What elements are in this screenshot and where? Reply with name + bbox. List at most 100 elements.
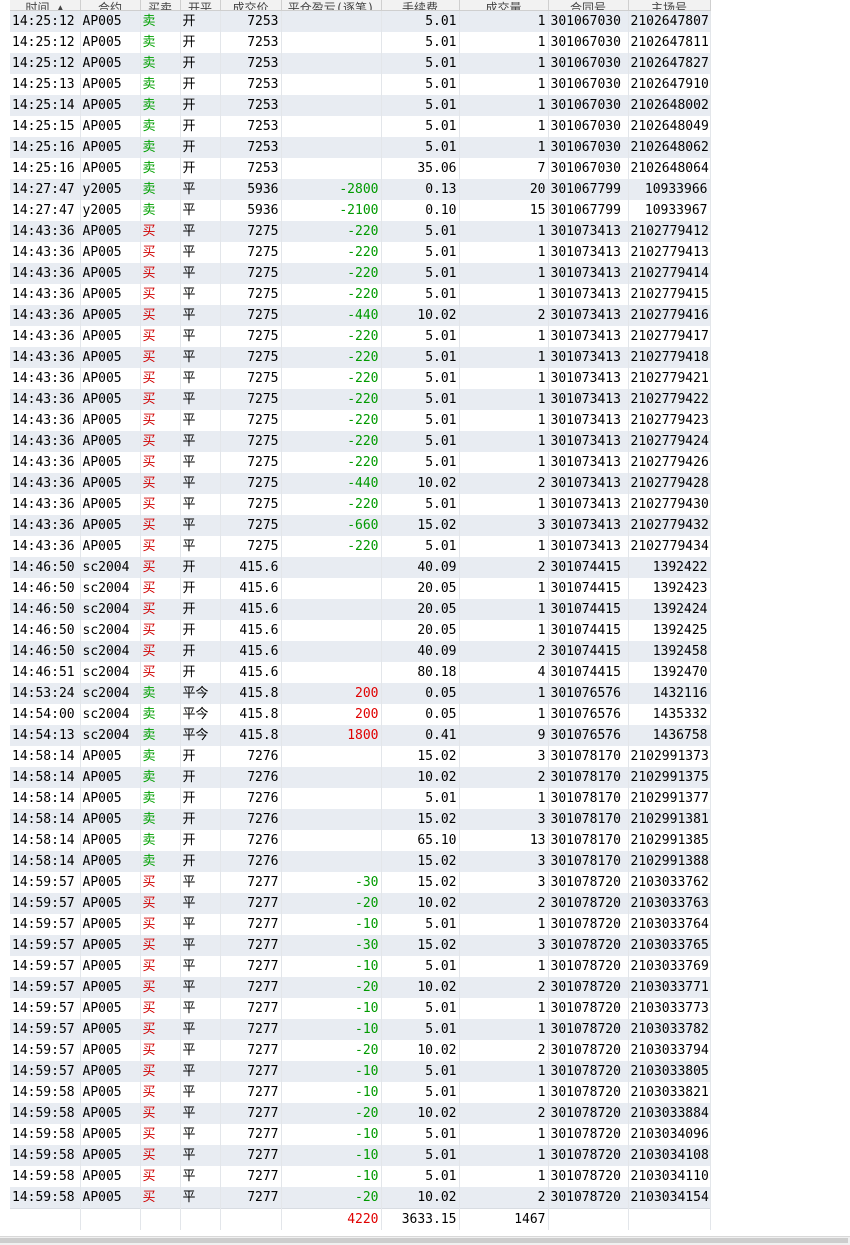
column-header-volume[interactable]: 成交量	[459, 0, 549, 11]
cell-open-close: 开	[180, 787, 221, 809]
cell-volume: 1	[459, 493, 549, 515]
table-row[interactable]: 14:43:36 AP005 买平 7275 -220 5.01 1 301073413 210…	[10, 493, 711, 515]
table-row[interactable]: 14:43:36 AP005 买平 7275 -660 15.02 3 301073413 21…	[10, 514, 711, 536]
table-row[interactable]: 14:59:57 AP005 买平 7277 -10 5.01 1 301078720 2103…	[10, 1018, 711, 1040]
cell-order-no: 301074415	[548, 661, 629, 683]
table-row[interactable]: 14:46:50 sc2004 买开 415.6 20.05 1 301074415 1392…	[10, 577, 711, 599]
column-header-side[interactable]: 买卖	[140, 0, 181, 11]
table-row[interactable]: 14:58:14 AP005 卖开 7276 15.02 3 301078170 210299…	[10, 850, 711, 872]
table-row[interactable]: 14:43:36 AP005 买平 7275 -220 5.01 1 301073413 210…	[10, 325, 711, 347]
table-row[interactable]: 14:43:36 AP005 买平 7275 -220 5.01 1 301073413 210…	[10, 241, 711, 263]
table-row[interactable]: 14:25:16 AP005 卖开 7253 5.01 1 301067030 2102648…	[10, 136, 711, 158]
table-row[interactable]: 14:59:57 AP005 买平 7277 -10 5.01 1 301078720 2103…	[10, 1060, 711, 1082]
cell-contract: AP005	[80, 1165, 141, 1187]
cell-time: 14:43:36	[10, 262, 81, 284]
cell-volume: 1	[459, 367, 549, 389]
cell-volume: 1	[459, 94, 549, 116]
table-row[interactable]: 14:59:58 AP005 买平 7277 -10 5.01 1 301078720 2103…	[10, 1144, 711, 1166]
table-row[interactable]: 14:25:13 AP005 卖开 7253 5.01 1 301067030 2102647…	[10, 73, 711, 95]
table-row[interactable]: 14:59:58 AP005 买平 7277 -10 5.01 1 301078720 2103…	[10, 1123, 711, 1145]
table-row[interactable]: 14:43:36 AP005 买平 7275 -220 5.01 1 301073413 210…	[10, 409, 711, 431]
table-row[interactable]: 14:46:51 sc2004 买开 415.6 80.18 4 301074415 1392…	[10, 661, 711, 683]
table-row[interactable]: 14:43:36 AP005 买平 7275 -220 5.01 1 301073413 210…	[10, 346, 711, 368]
table-row[interactable]: 14:27:47 y2005 卖平 5936 -2100 0.10 15 301067799 1…	[10, 199, 711, 221]
table-row[interactable]: 14:53:24 sc2004 卖平今 415.8 200 0.05 1 301076576 1…	[10, 682, 711, 704]
cell-pnl	[281, 31, 382, 53]
table-row[interactable]: 14:59:57 AP005 买平 7277 -20 10.02 2 301078720 210…	[10, 1039, 711, 1061]
cell-side: 买	[140, 367, 181, 389]
table-row[interactable]: 14:59:58 AP005 买平 7277 -20 10.02 2 301078720 210…	[10, 1102, 711, 1124]
table-row[interactable]: 14:58:14 AP005 卖开 7276 65.10 13 301078170 21029…	[10, 829, 711, 851]
cell-volume: 3	[459, 808, 549, 830]
cell-volume: 1	[459, 409, 549, 431]
table-row[interactable]: 14:59:58 AP005 买平 7277 -10 5.01 1 301078720 2103…	[10, 1081, 711, 1103]
table-row[interactable]: 14:59:57 AP005 买平 7277 -10 5.01 1 301078720 2103…	[10, 913, 711, 935]
table-row[interactable]: 14:25:14 AP005 卖开 7253 5.01 1 301067030 2102648…	[10, 94, 711, 116]
cell-side: 买	[140, 304, 181, 326]
cell-pnl: -220	[281, 220, 382, 242]
table-row[interactable]: 14:59:57 AP005 买平 7277 -20 10.02 2 301078720 210…	[10, 892, 711, 914]
column-header-order-no[interactable]: 合同号	[548, 0, 629, 11]
table-row[interactable]: 14:46:50 sc2004 买开 415.6 40.09 2 301074415 1392…	[10, 556, 711, 578]
table-row[interactable]: 14:59:57 AP005 买平 7277 -30 15.02 3 301078720 210…	[10, 934, 711, 956]
table-row[interactable]: 14:59:58 AP005 买平 7277 -10 5.01 1 301078720 2103…	[10, 1165, 711, 1187]
table-row[interactable]: 14:59:58 AP005 买平 7277 -20 10.02 2 301078720 210…	[10, 1186, 711, 1208]
table-row[interactable]: 14:43:36 AP005 买平 7275 -220 5.01 1 301073413 210…	[10, 283, 711, 305]
table-row[interactable]: 14:58:14 AP005 卖开 7276 15.02 3 301078170 210299…	[10, 808, 711, 830]
cell-time: 14:43:36	[10, 451, 81, 473]
column-header-time[interactable]: 时间 ▲	[10, 0, 81, 11]
cell-side: 卖	[140, 745, 181, 767]
table-row[interactable]: 14:59:57 AP005 买平 7277 -30 15.02 3 301078720 210…	[10, 871, 711, 893]
scrollbar-thumb[interactable]	[0, 1238, 848, 1243]
cell-open-close: 平	[180, 493, 221, 515]
table-row[interactable]: 14:25:16 AP005 卖开 7253 35.06 7 301067030 210264…	[10, 157, 711, 179]
table-row[interactable]: 14:25:15 AP005 卖开 7253 5.01 1 301067030 2102648…	[10, 115, 711, 137]
cell-time: 14:59:57	[10, 934, 81, 956]
table-row[interactable]: 14:59:57 AP005 买平 7277 -20 10.02 2 301078720 210…	[10, 976, 711, 998]
cell-side: 买	[140, 577, 181, 599]
table-row[interactable]: 14:43:36 AP005 买平 7275 -220 5.01 1 301073413 210…	[10, 388, 711, 410]
cell-fee: 0.13	[381, 178, 460, 200]
totals-spacer	[220, 1207, 282, 1230]
table-row[interactable]: 14:43:36 AP005 买平 7275 -220 5.01 1 301073413 210…	[10, 451, 711, 473]
column-header-price[interactable]: 成交价	[220, 0, 282, 11]
table-row[interactable]: 14:59:57 AP005 买平 7277 -10 5.01 1 301078720 2103…	[10, 955, 711, 977]
table-row[interactable]: 14:58:14 AP005 卖开 7276 15.02 3 301078170 210299…	[10, 745, 711, 767]
cell-order-no: 301078720	[548, 892, 629, 914]
table-row[interactable]: 14:43:36 AP005 买平 7275 -220 5.01 1 301073413 210…	[10, 535, 711, 557]
table-row[interactable]: 14:46:50 sc2004 买开 415.6 20.05 1 301074415 1392…	[10, 619, 711, 641]
cell-order-no: 301074415	[548, 556, 629, 578]
table-row[interactable]: 14:43:36 AP005 买平 7275 -440 10.02 2 301073413 21…	[10, 472, 711, 494]
table-row[interactable]: 14:59:57 AP005 买平 7277 -10 5.01 1 301078720 2103…	[10, 997, 711, 1019]
table-row[interactable]: 14:54:13 sc2004 卖平今 415.8 1800 0.41 9 301076576…	[10, 724, 711, 746]
table-row[interactable]: 14:27:47 y2005 卖平 5936 -2800 0.13 20 301067799 1…	[10, 178, 711, 200]
table-row[interactable]: 14:43:36 AP005 买平 7275 -220 5.01 1 301073413 210…	[10, 367, 711, 389]
table-row[interactable]: 14:46:50 sc2004 买开 415.6 40.09 2 301074415 1392…	[10, 640, 711, 662]
cell-volume: 2	[459, 1186, 549, 1208]
table-row[interactable]: 14:43:36 AP005 买平 7275 -220 5.01 1 301073413 210…	[10, 220, 711, 242]
table-row[interactable]: 14:54:00 sc2004 卖平今 415.8 200 0.05 1 301076576 1…	[10, 703, 711, 725]
cell-fee: 5.01	[381, 262, 460, 284]
table-row[interactable]: 14:43:36 AP005 买平 7275 -220 5.01 1 301073413 210…	[10, 262, 711, 284]
table-row[interactable]: 14:25:12 AP005 卖开 7253 5.01 1 301067030 2102647…	[10, 10, 711, 32]
table-row[interactable]: 14:46:50 sc2004 买开 415.6 20.05 1 301074415 1392…	[10, 598, 711, 620]
table-row[interactable]: 14:25:12 AP005 卖开 7253 5.01 1 301067030 2102647…	[10, 52, 711, 74]
cell-price: 7277	[220, 1144, 282, 1166]
table-row[interactable]: 14:43:36 AP005 买平 7275 -440 10.02 2 301073413 21…	[10, 304, 711, 326]
cell-contract: AP005	[80, 493, 141, 515]
cell-contract: AP005	[80, 10, 141, 32]
cell-fee: 10.02	[381, 1102, 460, 1124]
column-header-deal-no[interactable]: 主场号	[628, 0, 711, 11]
column-header-open-close[interactable]: 开平	[180, 0, 221, 11]
column-header-fee[interactable]: 手续费	[381, 0, 460, 11]
cell-pnl	[281, 787, 382, 809]
column-header-pnl[interactable]: 平仓盈亏(逐笔)	[281, 0, 382, 11]
table-row[interactable]: 14:58:14 AP005 卖开 7276 5.01 1 301078170 2102991…	[10, 787, 711, 809]
table-row[interactable]: 14:58:14 AP005 卖开 7276 10.02 2 301078170 210299…	[10, 766, 711, 788]
cell-time: 14:59:57	[10, 1039, 81, 1061]
table-row[interactable]: 14:25:12 AP005 卖开 7253 5.01 1 301067030 2102647…	[10, 31, 711, 53]
cell-pnl: -220	[281, 430, 382, 452]
cell-pnl	[281, 640, 382, 662]
column-header-contract[interactable]: 合约	[80, 0, 141, 11]
table-row[interactable]: 14:43:36 AP005 买平 7275 -220 5.01 1 301073413 210…	[10, 430, 711, 452]
